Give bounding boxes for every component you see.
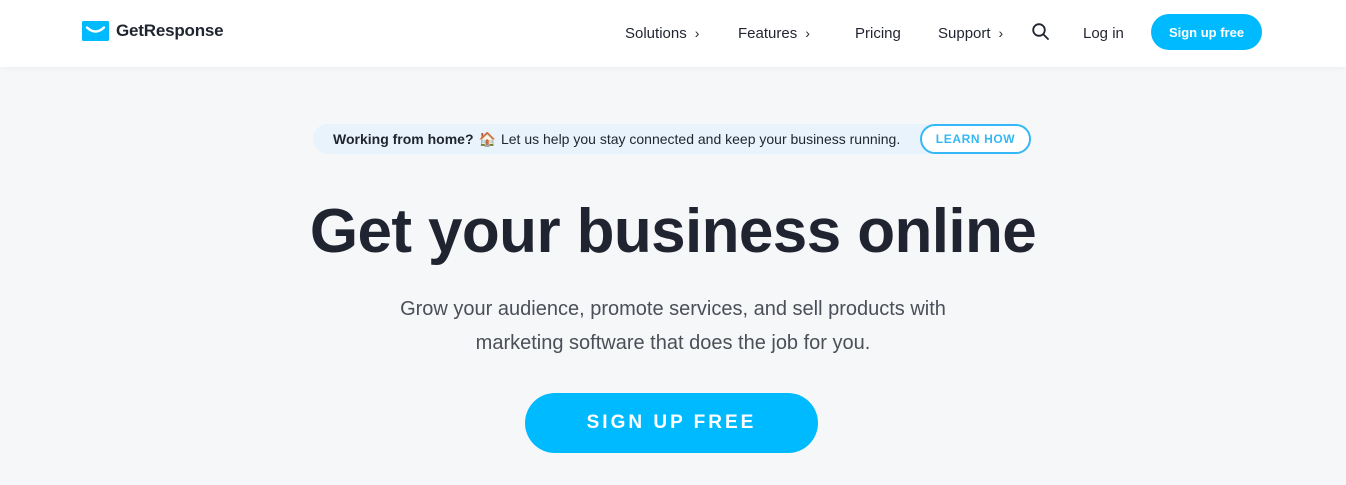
signup-nav-label: Sign up free — [1168, 24, 1245, 40]
chevron-right-icon: › — [694, 24, 700, 41]
nav-pricing[interactable]: Pricing — [855, 0, 901, 67]
nav-support[interactable]: Support › — [938, 0, 1003, 67]
learn-how-label: LEARN HOW — [935, 132, 1016, 146]
nav-features[interactable]: Features › — [738, 0, 810, 67]
hero-title: Get your business online — [309, 197, 1037, 266]
chevron-right-icon: › — [998, 24, 1004, 41]
search-icon — [1032, 23, 1049, 40]
hero-subtitle: Grow your audience, promote services, an… — [400, 298, 946, 354]
getresponse-logo[interactable]: GetResponse — [82, 21, 224, 41]
signup-free-label: SIGN UP FREE — [586, 412, 757, 433]
login-label: Log in — [1083, 25, 1124, 42]
chevron-right-icon: › — [805, 24, 810, 41]
house-icon: 🏠 — [478, 131, 496, 147]
login-link[interactable]: Log in — [1083, 0, 1124, 67]
nav-solutions-label: Solutions — [625, 25, 687, 42]
search-button[interactable] — [1031, 22, 1051, 42]
site-header: GetResponse Solutions › Features › Prici… — [0, 0, 1346, 67]
nav-support-label: Support — [938, 25, 991, 42]
nav-pricing-label: Pricing — [855, 25, 901, 42]
envelope-smile-icon — [82, 21, 109, 41]
learn-how-button[interactable]: LEARN HOW — [920, 124, 1031, 154]
banner-message: Let us help you stay connected and keep … — [500, 131, 901, 147]
brand-name: GetResponse — [116, 21, 224, 40]
nav-features-label: Features — [738, 25, 798, 42]
signup-free-button[interactable]: SIGN UP FREE — [525, 393, 818, 453]
banner-lead: Working from home? — [333, 131, 474, 147]
signup-nav-button[interactable]: Sign up free — [1151, 14, 1262, 50]
work-from-home-banner: Working from home? 🏠 Let us help you sta… — [313, 124, 1031, 154]
nav-solutions[interactable]: Solutions › — [625, 0, 699, 67]
